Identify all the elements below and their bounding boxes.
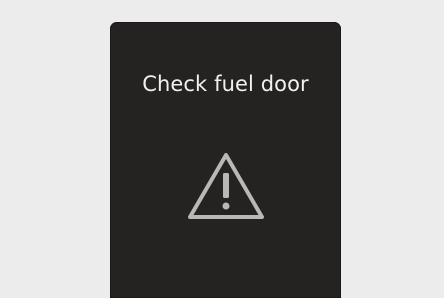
warning-message-text: Check fuel door	[142, 72, 309, 96]
warning-message-panel: Check fuel door	[110, 22, 341, 298]
warning-triangle-icon	[188, 153, 264, 219]
